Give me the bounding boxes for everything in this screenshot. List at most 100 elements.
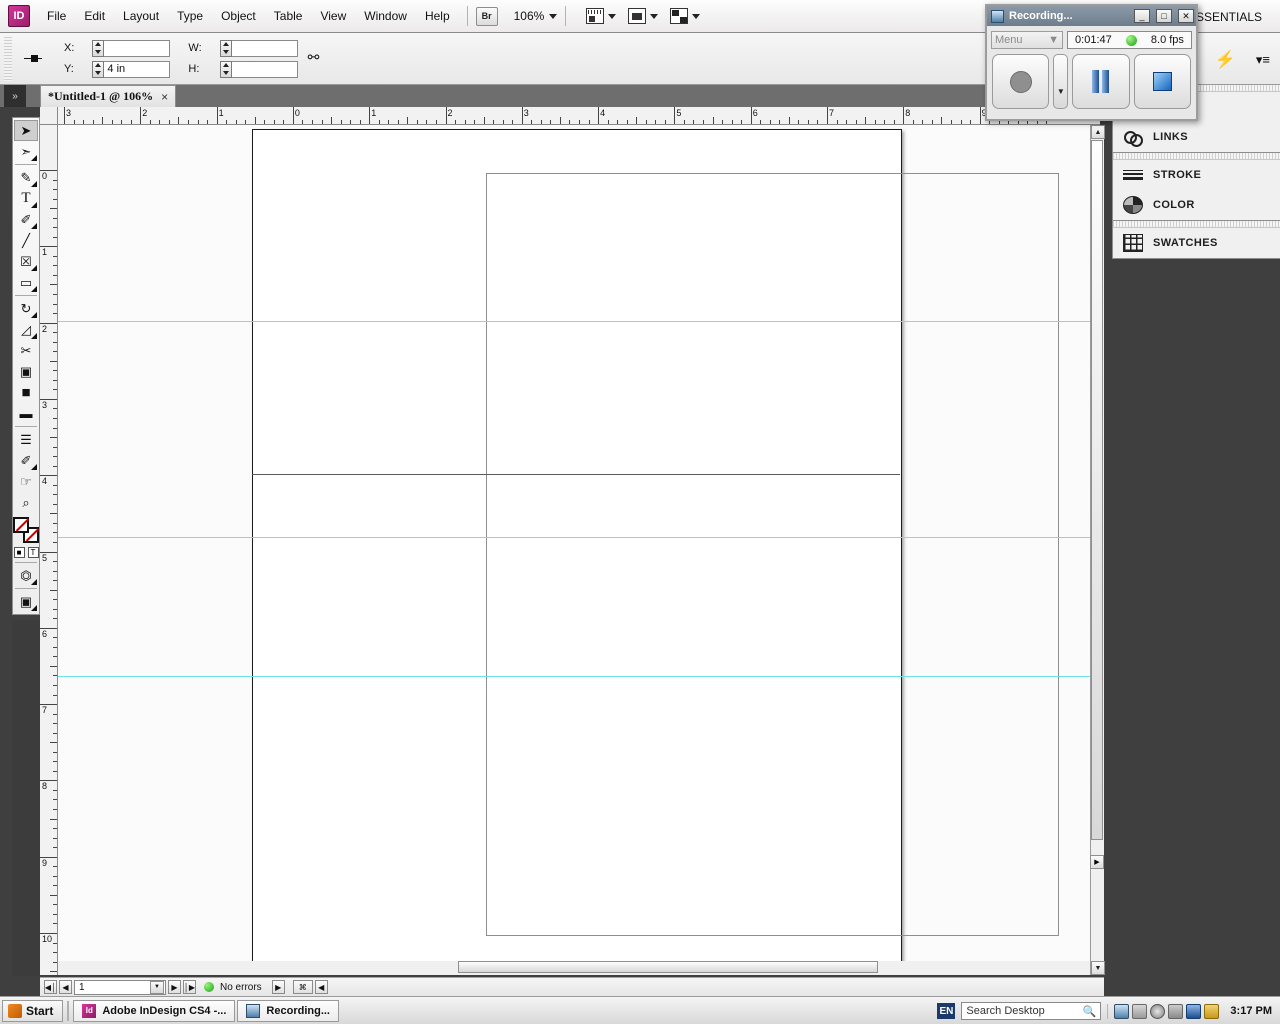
h-stepper[interactable] — [219, 60, 232, 78]
normal-view-icon[interactable]: ⏣ — [14, 565, 38, 586]
h-field[interactable] — [219, 60, 298, 78]
taskbar-item-recording[interactable]: Recording... — [237, 999, 339, 1022]
preview-mode-control[interactable] — [628, 8, 659, 24]
pen-tool[interactable]: ✎ — [14, 167, 38, 188]
chevron-down-icon[interactable] — [549, 13, 558, 19]
vertical-scrollbar[interactable]: ▲ ▼ — [1090, 125, 1105, 975]
menu-window[interactable]: Window — [355, 5, 416, 27]
scale-tool[interactable]: ◿ — [14, 319, 38, 340]
preflight-menu-button[interactable]: ▶ — [271, 980, 285, 994]
type-tool[interactable]: T — [14, 188, 38, 209]
zoom-level-control[interactable]: 106% — [514, 9, 558, 23]
last-page-button[interactable]: │▶ — [183, 980, 196, 994]
start-button[interactable]: Start — [2, 999, 64, 1022]
fill-swatch-none-icon[interactable] — [13, 517, 29, 533]
first-page-button[interactable]: ◀│ — [44, 980, 57, 994]
reference-point-icon[interactable] — [24, 48, 46, 70]
chevron-down-icon[interactable] — [608, 13, 617, 19]
ruler-origin-widget[interactable] — [40, 107, 58, 125]
y-field[interactable]: 4 in — [92, 60, 171, 78]
quick-apply-icon[interactable]: ⚡ — [1215, 50, 1236, 70]
apply-color-icon[interactable]: ■ — [13, 547, 25, 558]
panel-menu-icon[interactable]: ▾≡ — [1256, 52, 1270, 68]
language-indicator[interactable]: EN — [937, 1003, 956, 1019]
zoom-tool[interactable]: ⌕ — [14, 492, 38, 513]
panel-button-stroke[interactable]: STROKE — [1113, 160, 1280, 190]
pause-button[interactable] — [1072, 54, 1130, 109]
close-button[interactable]: ✕ — [1178, 9, 1194, 23]
chevron-down-icon[interactable] — [692, 13, 701, 19]
stop-button[interactable] — [1133, 54, 1191, 109]
status-drag-handle[interactable]: ◀ — [314, 980, 328, 994]
horizontal-scroll-thumb[interactable] — [458, 961, 878, 973]
document-tab[interactable]: *Untitled-1 @ 106% × — [40, 85, 177, 107]
screen-mode-control[interactable] — [586, 8, 617, 24]
free-transform-tool[interactable]: ▣ — [14, 361, 38, 382]
page-number-combo[interactable]: 1 ▼ — [74, 979, 166, 995]
search-desktop-input[interactable]: Search Desktop 🔍 — [961, 1002, 1102, 1020]
panel-button-swatches[interactable]: SWATCHES — [1113, 228, 1280, 258]
line-tool[interactable]: ╱ — [14, 230, 38, 251]
note-tool[interactable]: ☰ — [14, 429, 38, 450]
fill-stroke-swatches[interactable] — [13, 517, 39, 543]
scroll-up-icon[interactable]: ▲ — [1091, 125, 1105, 139]
rotate-tool[interactable]: ↻ — [14, 298, 38, 319]
guide-horizontal-2in[interactable] — [58, 321, 1100, 322]
control-panel-grip[interactable] — [4, 36, 12, 81]
constrain-proportions-icon[interactable] — [308, 49, 324, 69]
menu-object[interactable]: Object — [212, 5, 265, 27]
x-input[interactable] — [104, 39, 171, 57]
w-field[interactable] — [219, 39, 298, 57]
indesign-logo-icon[interactable]: ID — [8, 5, 30, 27]
menu-edit[interactable]: Edit — [75, 5, 114, 27]
browser-tray-icon[interactable] — [1150, 1003, 1166, 1019]
network-tray-icon[interactable] — [1132, 1003, 1148, 1019]
preview-mode-icon[interactable] — [628, 8, 647, 24]
maximize-button[interactable]: □ — [1156, 9, 1172, 23]
scissors-tool[interactable]: ✂ — [14, 340, 38, 361]
horizontal-ruler[interactable]: 3210123456789 — [58, 107, 1100, 125]
menu-type[interactable]: Type — [168, 5, 212, 27]
menu-file[interactable]: File — [38, 5, 75, 27]
guide-horizontal-5in[interactable] — [58, 676, 1100, 677]
h-input[interactable] — [231, 60, 298, 78]
ruler-guide-horizontal[interactable] — [252, 474, 900, 475]
gradient-feather-tool[interactable]: ▬ — [14, 403, 38, 424]
bridge-button[interactable]: Br — [475, 6, 498, 26]
document-canvas[interactable] — [58, 125, 1100, 975]
dock-group-grip-3[interactable] — [1113, 221, 1280, 228]
rectangle-frame-tool[interactable]: ☒ — [14, 251, 38, 272]
direct-selection-tool[interactable]: ➣ — [14, 141, 38, 162]
menu-layout[interactable]: Layout — [114, 5, 168, 27]
y-stepper[interactable] — [92, 60, 105, 78]
horizontal-scrollbar[interactable] — [58, 961, 1090, 975]
dock-scroll-arrow[interactable]: ▶ — [1090, 855, 1104, 869]
vertical-ruler[interactable]: 0 1 2 3 4 5 6 7 8 9 10 — [40, 125, 58, 975]
rectangle-tool[interactable]: ▭ — [14, 272, 38, 293]
minimize-button[interactable]: _ — [1134, 9, 1150, 23]
pencil-tool[interactable]: ✐ — [14, 209, 38, 230]
taskbar-clock[interactable]: 3:17 PM — [1225, 1005, 1272, 1017]
chevron-down-icon[interactable]: ▼ — [1048, 34, 1059, 46]
x-field[interactable] — [92, 39, 171, 57]
w-stepper[interactable] — [219, 39, 232, 57]
expand-panels-icon[interactable]: » — [4, 85, 26, 107]
preview-view-icon[interactable]: ▣ — [14, 591, 38, 612]
layout-grid-icon[interactable] — [670, 8, 689, 24]
gradient-swatch-tool[interactable]: ■ — [14, 382, 38, 403]
scroll-down-icon[interactable]: ▼ — [1091, 961, 1105, 975]
menu-view[interactable]: View — [311, 5, 355, 27]
arrange-documents-control[interactable] — [670, 8, 701, 24]
panel-button-links[interactable]: LINKS — [1113, 122, 1280, 152]
w-input[interactable] — [231, 39, 298, 57]
guide-horizontal-4in[interactable] — [58, 537, 1100, 538]
recording-window-titlebar[interactable]: Recording... _ □ ✕ — [987, 6, 1196, 26]
page-1[interactable] — [252, 129, 1059, 974]
previous-page-button[interactable]: ◀ — [59, 980, 72, 994]
selection-tool[interactable]: ➤ — [14, 120, 38, 141]
document-menu-button[interactable]: ⌘ — [292, 980, 313, 994]
chevron-down-icon[interactable] — [650, 13, 659, 19]
chevron-down-icon[interactable]: ▼ — [150, 980, 164, 994]
vertical-scroll-thumb[interactable] — [1091, 140, 1103, 840]
audio-tray-icon[interactable] — [1168, 1003, 1184, 1019]
